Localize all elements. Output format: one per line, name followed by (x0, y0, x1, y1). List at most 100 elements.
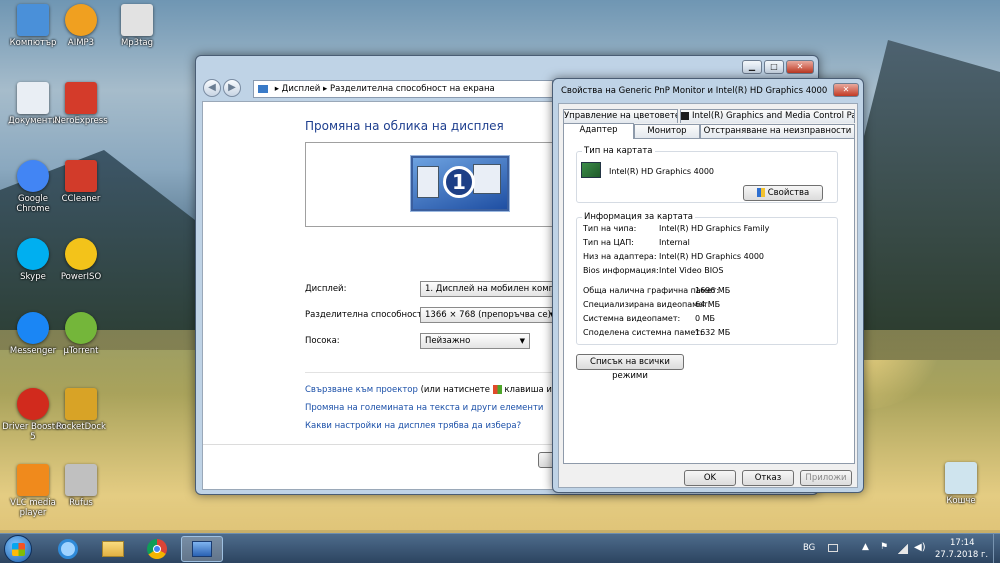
network-icon[interactable] (898, 544, 908, 554)
start-button[interactable] (4, 535, 32, 563)
desktop-icon[interactable]: RocketDock (48, 388, 114, 432)
maximize-button[interactable]: □ (764, 60, 784, 74)
display-settings-icon (192, 541, 212, 557)
desktop-icon[interactable]: NeroExpress (48, 82, 114, 126)
info-value: 1632 МБ (695, 328, 731, 337)
vlc-icon (17, 464, 49, 496)
info-key: Споделена системна памет: (583, 328, 703, 337)
folder-icon (102, 541, 124, 557)
resolution-select[interactable]: 1366 × 768 (препоръчва се)▼ (420, 307, 560, 323)
projector-line: Свързване към проектор (или натиснете кл… (305, 385, 581, 395)
display-select[interactable]: 1. Дисплей на мобилен компют (420, 281, 560, 297)
messenger-icon (17, 312, 49, 344)
display-settings-help-link[interactable]: Какви настройки на дисплея трябва да изб… (305, 421, 521, 431)
info-key: Низ на адаптера: (583, 252, 657, 261)
tab-monitor[interactable]: Монитор (634, 124, 700, 138)
desktop-icon[interactable]: CCleaner (48, 160, 114, 204)
info-key: Системна видеопамет: (583, 314, 681, 323)
tab-troubleshoot[interactable]: Отстраняване на неизправности (700, 124, 855, 138)
separator (305, 372, 565, 373)
forward-button[interactable]: ▶ (223, 79, 241, 97)
driver-booster-icon (17, 388, 49, 420)
breadcrumb-resolution[interactable]: Разделителна способност на екрана (330, 84, 495, 94)
taskbar-control-panel[interactable] (181, 536, 223, 562)
info-key: Специализирана видеопамет: (583, 300, 711, 309)
monitor-window-1 (417, 166, 439, 198)
desktop-icon[interactable]: Rufus (48, 464, 114, 508)
documents-icon (17, 82, 49, 114)
orientation-label: Посока: (305, 336, 340, 346)
rocketdock-icon (65, 388, 97, 420)
breadcrumb-display[interactable]: Дисплей (282, 84, 321, 94)
adapter-type-group: Тип на картата Intel(R) HD Graphics 4000… (576, 146, 838, 203)
desktop-icon-label: RocketDock (56, 422, 106, 432)
cancel-button[interactable]: Отказ (742, 470, 794, 486)
close-button[interactable]: ✕ (786, 60, 814, 74)
chrome-icon (147, 539, 167, 559)
language-indicator[interactable]: BG (803, 543, 815, 553)
tray-expand-icon[interactable]: ▲ (862, 542, 869, 552)
back-button[interactable]: ◀ (203, 79, 221, 97)
resolution-label: Разделителна способност: (305, 310, 425, 320)
minimize-button[interactable]: ▁ (742, 60, 762, 74)
clock-time[interactable]: 17:14 (950, 538, 975, 548)
properties-button[interactable]: Свойства (743, 185, 823, 201)
info-value: 0 МБ (695, 314, 716, 323)
info-key: Тип на чипа: (583, 224, 637, 233)
desktop-icon-label: AIMP3 (67, 38, 95, 48)
projector-link[interactable]: Свързване към проектор (305, 385, 418, 395)
text-size-link[interactable]: Промяна на големината на текста и други … (305, 403, 543, 413)
taskbar-explorer[interactable] (93, 537, 133, 561)
ccleaner-icon (65, 160, 97, 192)
desktop-icon-label: NeroExpress (54, 116, 108, 126)
dialog-close-button[interactable]: ✕ (833, 83, 859, 97)
control-panel-icon (258, 84, 268, 93)
windows-key-icon (492, 385, 502, 394)
info-key: Тип на ЦАП: (583, 238, 634, 247)
tab-color-management[interactable]: Управление на цветовете (563, 109, 678, 123)
desktop-icon-label: µTorrent (63, 346, 99, 356)
recycle-bin-icon (945, 462, 977, 494)
keyboard-icon[interactable] (828, 544, 838, 552)
computer-icon (17, 4, 49, 36)
desktop-icon-label: Mp3tag (120, 38, 154, 48)
show-desktop-button[interactable] (993, 534, 1000, 563)
properties-dialog: Свойства на Generic PnP Monitor и Intel(… (552, 78, 864, 493)
tab-intel-control-panel[interactable]: Intel(R) Graphics and Media Control Pane… (680, 109, 855, 123)
adapter-name: Intel(R) HD Graphics 4000 (609, 167, 715, 176)
page-title: Промяна на облика на дисплея (305, 119, 504, 133)
dialog-title: Свойства на Generic PnP Monitor и Intel(… (561, 86, 828, 96)
display-label: Дисплей: (305, 284, 347, 294)
monitor-1-thumbnail[interactable]: 1 (411, 156, 509, 211)
ok-button[interactable]: OK (684, 470, 736, 486)
windows-logo-icon (12, 543, 25, 556)
desktop-icon-label: Rufus (69, 498, 93, 508)
chevron-down-icon: ▼ (519, 337, 525, 345)
rufus-icon (65, 464, 97, 496)
list-all-modes-button[interactable]: Списък на всички режими (576, 354, 684, 381)
taskbar-chrome[interactable] (137, 537, 177, 561)
info-key: Bios информация: (583, 266, 659, 275)
desktop-icon[interactable]: µTorrent (48, 312, 114, 356)
monitor-preview: 1 (305, 142, 565, 227)
clock-date[interactable]: 27.7.2018 г. (935, 550, 988, 560)
desktop-icon[interactable]: Mp3tag (104, 4, 170, 48)
info-value: 64 МБ (695, 300, 721, 309)
apply-button[interactable]: Приложи (800, 470, 852, 486)
internet-explorer-icon (58, 539, 78, 559)
monitor-number-badge: 1 (443, 166, 475, 198)
orientation-select[interactable]: Пейзажно ▼ (420, 333, 530, 349)
desktop-icon-label: PowerISO (60, 272, 102, 282)
taskbar-ie[interactable] (48, 537, 88, 561)
poweriso-icon (65, 238, 97, 270)
desktop-icon[interactable]: Кошче (928, 462, 994, 506)
utorrent-icon (65, 312, 97, 344)
desktop-icon[interactable]: PowerISO (48, 238, 114, 282)
nero-icon (65, 82, 97, 114)
volume-icon[interactable]: ◀) (914, 542, 926, 553)
monitor-window-2 (473, 164, 501, 194)
action-center-icon[interactable]: ⚑ (880, 542, 888, 552)
address-bar[interactable]: ▸ Дисплей ▸ Разделителна способност на е… (253, 80, 553, 98)
tab-adapter[interactable]: Адаптер (563, 123, 634, 139)
info-value: Intel Video BIOS (659, 266, 724, 275)
